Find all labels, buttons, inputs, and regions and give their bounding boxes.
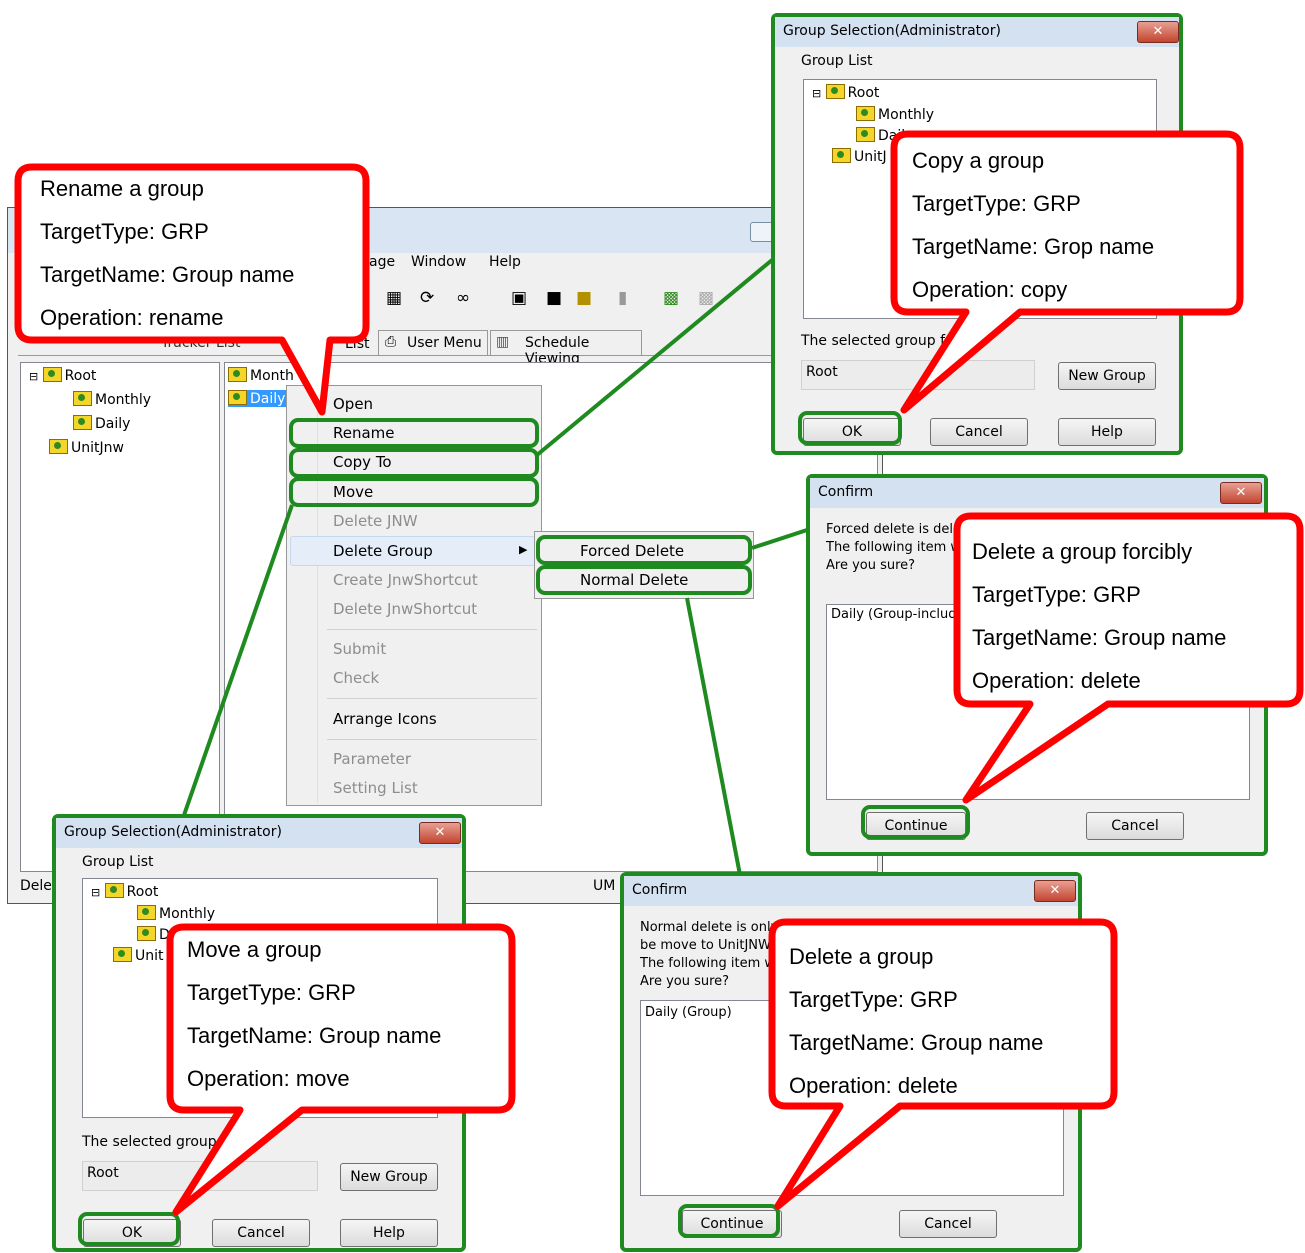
callout-forced-name: TargetName: Group name (972, 625, 1227, 650)
callout-copy-name: TargetName: Grop name (912, 234, 1155, 259)
callout-rename-title: Rename a group (40, 176, 204, 201)
callout-move-op: Operation: move (187, 1066, 350, 1091)
callout-forced-title: Delete a group forcibly (972, 539, 1193, 564)
callout-rename-op: Operation: rename (40, 305, 224, 330)
callout-move-name: TargetName: Group name (187, 1023, 442, 1048)
callout-normal-name: TargetName: Group name (789, 1030, 1044, 1055)
callout-copy-op: Operation: copy (912, 277, 1068, 302)
callout-rename-name: TargetName: Group name (40, 262, 295, 287)
callout-copy-title: Copy a group (912, 148, 1045, 173)
callout-move-type: TargetType: GRP (187, 980, 356, 1005)
callout-rename-type: TargetType: GRP (40, 219, 209, 244)
callout-copy-type: TargetType: GRP (912, 191, 1081, 216)
callout-move-title: Move a group (187, 937, 322, 962)
callout-normal-type: TargetType: GRP (789, 987, 958, 1012)
callout-normal-title: Delete a group (789, 944, 934, 969)
callout-normal-op: Operation: delete (789, 1073, 958, 1098)
callout-forced-op: Operation: delete (972, 668, 1141, 693)
callout-forced-type: TargetType: GRP (972, 582, 1141, 607)
